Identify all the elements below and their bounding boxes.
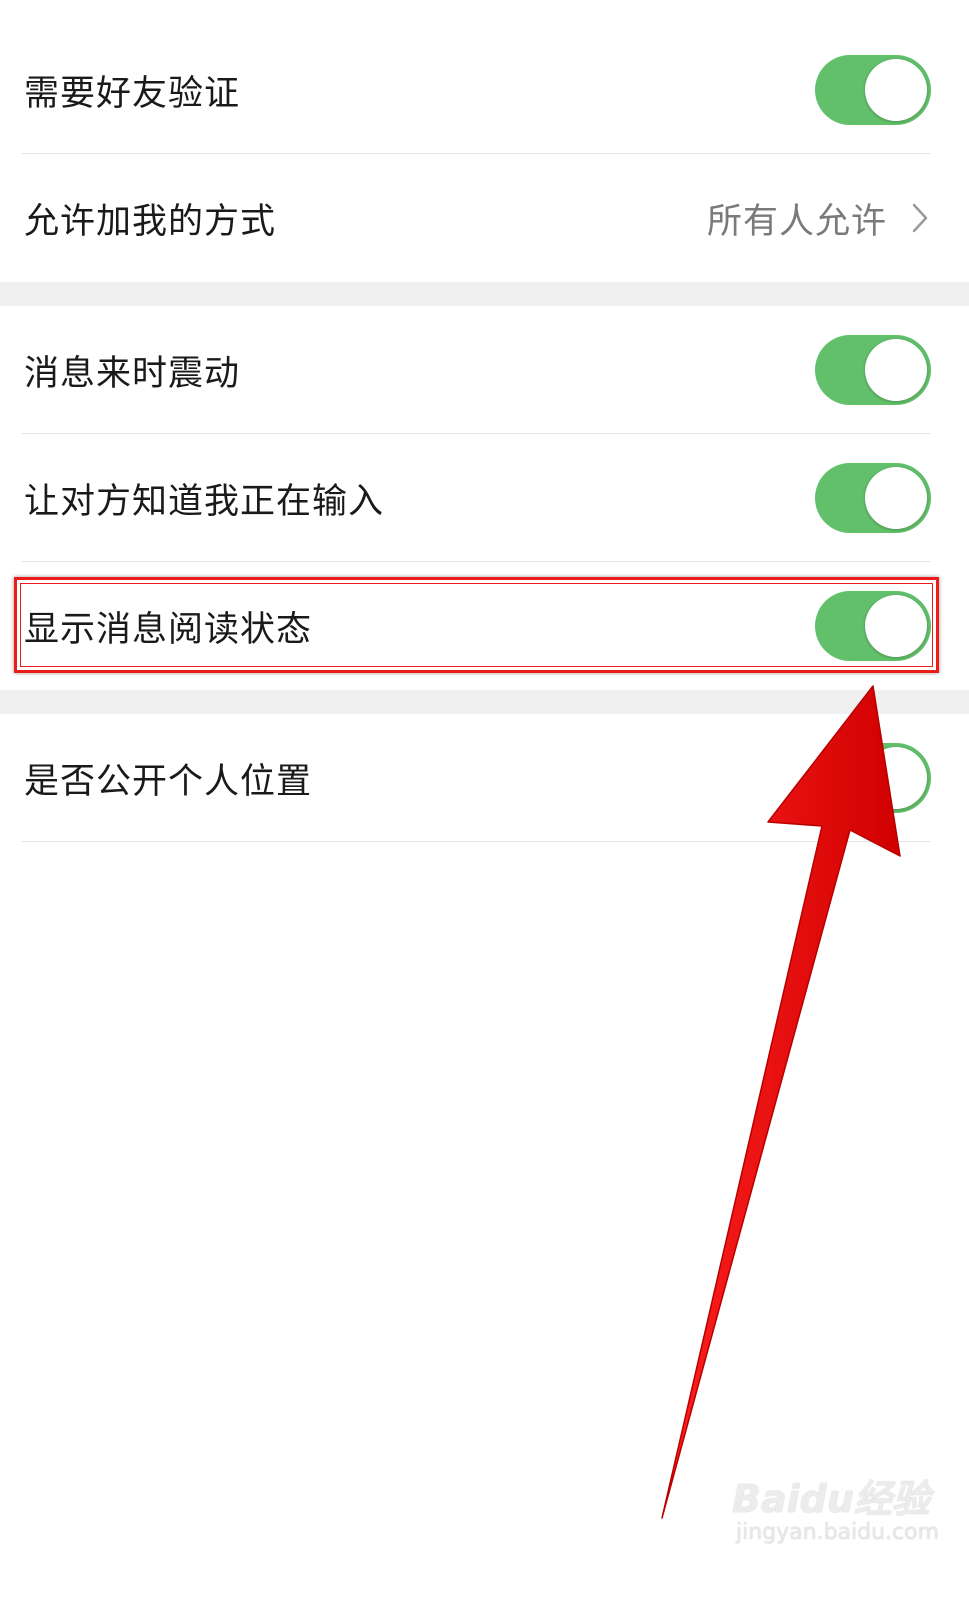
toggle-knob	[865, 747, 927, 809]
typing-status-label: 让对方知道我正在输入	[24, 481, 385, 522]
typing-status-row: 让对方知道我正在输入	[0, 434, 969, 562]
baidu-jingyan-watermark: Baidu经验 jingyan.baidu.com	[732, 1468, 952, 1558]
chevron-right-icon	[912, 203, 928, 233]
annotation-highlight-box	[14, 577, 939, 673]
toggle-knob	[865, 467, 927, 529]
toggle-knob	[865, 339, 927, 401]
typing-status-toggle[interactable]	[815, 463, 931, 533]
vibrate-row: 消息来时震动	[0, 306, 969, 434]
divider	[22, 841, 930, 842]
toggle-knob	[865, 59, 927, 121]
add-method-label: 允许加我的方式	[24, 201, 277, 242]
vibrate-toggle[interactable]	[815, 335, 931, 405]
friend-verification-toggle[interactable]	[815, 55, 931, 125]
add-method-row[interactable]: 允许加我的方式 所有人允许	[0, 154, 969, 282]
section-gap	[0, 282, 969, 306]
watermark-url: jingyan.baidu.com	[736, 1520, 940, 1545]
public-location-toggle[interactable]	[815, 743, 931, 813]
friend-verification-row: 需要好友验证	[0, 26, 969, 154]
public-location-row: 是否公开个人位置	[0, 714, 969, 842]
vibrate-label: 消息来时震动	[24, 353, 241, 394]
public-location-label: 是否公开个人位置	[24, 761, 313, 802]
section-gap	[0, 690, 969, 714]
friend-verification-label: 需要好友验证	[24, 73, 241, 114]
watermark-brand: Baidu经验	[732, 1477, 930, 1521]
add-method-value: 所有人允许	[706, 201, 887, 242]
